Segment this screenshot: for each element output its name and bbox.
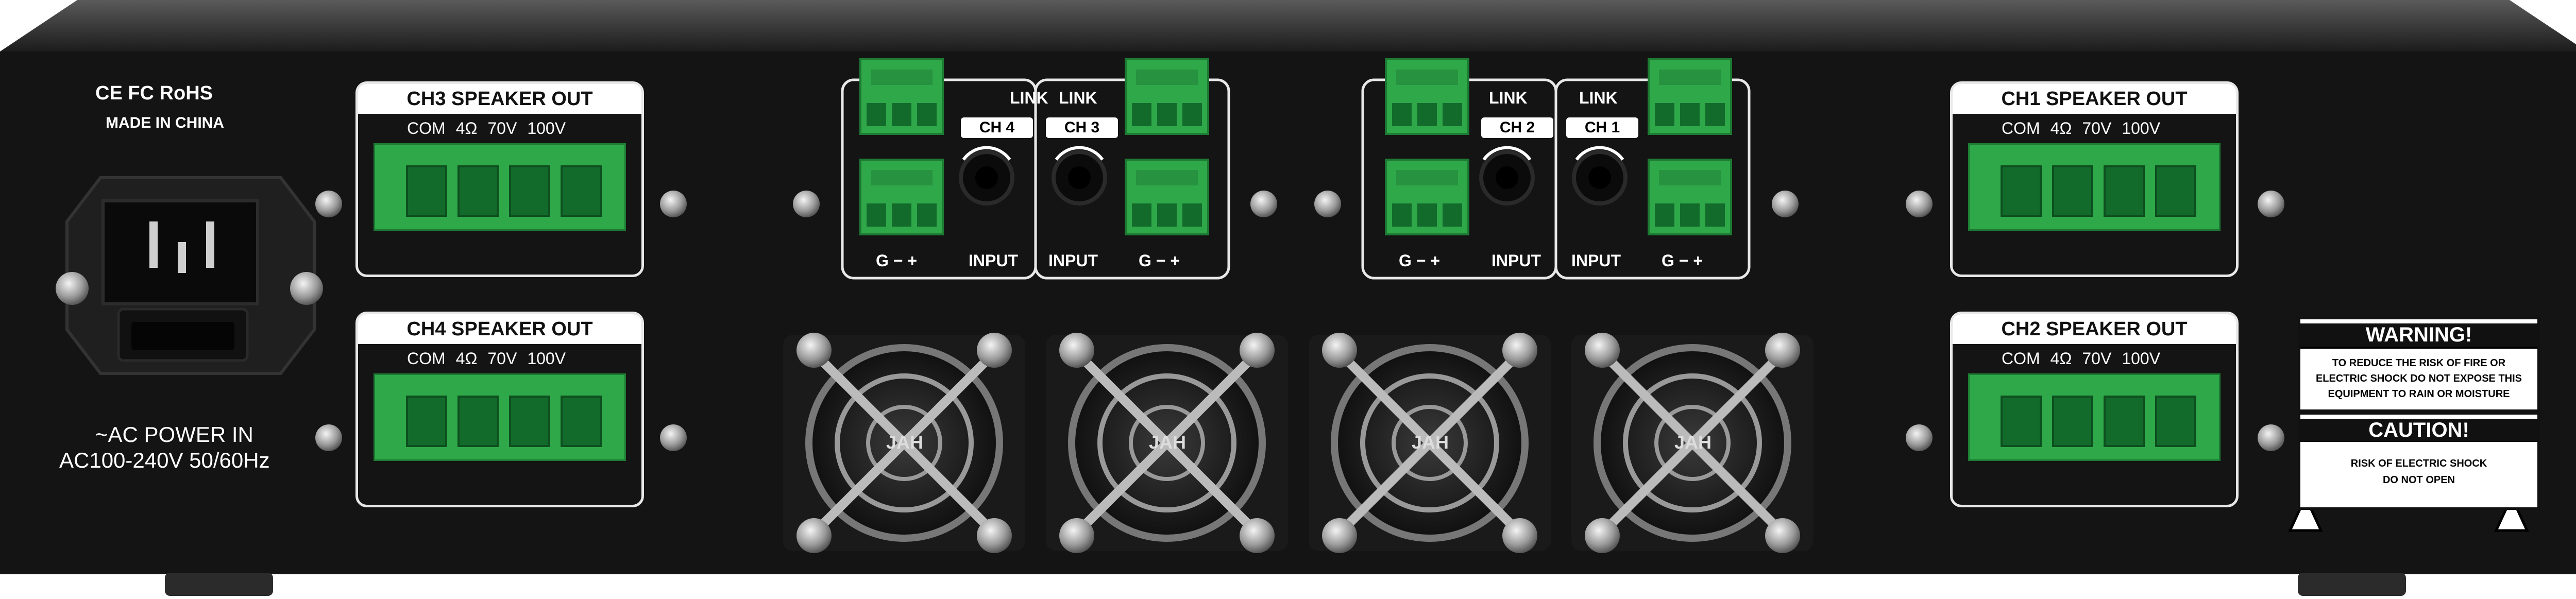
fan-label: JAH — [1149, 432, 1187, 453]
terminal-slot — [2052, 165, 2093, 217]
label-100v: 100V — [527, 119, 566, 138]
speaker-terminal-block[interactable] — [374, 373, 626, 461]
channel-label-ch2: CH 2 — [1481, 117, 1553, 138]
caution-title: CAUTION! — [2300, 419, 2537, 442]
speaker-out-ch3: CH3 SPEAKER OUT COM 4Ω 70V 100V — [355, 81, 644, 277]
label-100v: 100V — [2122, 349, 2161, 368]
label-70v: 70V — [2082, 349, 2112, 368]
made-in-label: MADE IN CHINA — [106, 114, 224, 131]
speaker-out-ch2: CH2 SPEAKER OUT COM 4Ω 70V 100V — [1950, 312, 2239, 507]
speaker-terminal-block[interactable] — [374, 143, 626, 231]
warning-label: WARNING! TO REDUCE THE RISK OF FIRE OR E… — [2298, 317, 2540, 412]
channel-label-ch1: CH 1 — [1566, 117, 1638, 138]
terminal-slot — [509, 396, 550, 447]
channel-label-ch4: CH 4 — [961, 117, 1033, 138]
channel-label-ch3: CH 3 — [1046, 117, 1118, 138]
terminal-slot — [457, 396, 499, 447]
link-label-ch1: LINK — [1579, 89, 1618, 107]
ac-power-inlet — [56, 176, 323, 375]
label-com: COM — [407, 119, 446, 138]
terminal-slot — [561, 165, 602, 217]
terminal-labels: COM 4Ω 70V 100V — [2002, 119, 2160, 138]
label-com: COM — [2002, 349, 2040, 368]
fan-label: JAH — [1674, 432, 1712, 453]
terminal-slot — [406, 165, 447, 217]
power-label-line2: AC100-240V 50/60Hz — [59, 448, 270, 472]
input-label-ch4: INPUT — [969, 251, 1018, 270]
label-70v: 70V — [487, 349, 517, 368]
terminal-labels: COM 4Ω 70V 100V — [407, 349, 566, 368]
pins-label-ch2: G − + — [1399, 251, 1440, 270]
label-70v: 70V — [487, 119, 517, 138]
label-100v: 100V — [527, 349, 566, 368]
label-com: COM — [407, 349, 446, 368]
input-label-ch3: INPUT — [1048, 251, 1098, 270]
label-100v: 100V — [2122, 119, 2161, 138]
terminal-slot — [2001, 165, 2042, 217]
speaker-out-title: CH1 SPEAKER OUT — [1953, 84, 2236, 114]
terminal-slot — [2104, 165, 2145, 217]
label-4ohm: 4Ω — [455, 349, 478, 368]
speaker-out-ch1: CH1 SPEAKER OUT COM 4Ω 70V 100V — [1950, 81, 2239, 277]
terminal-slot — [509, 165, 550, 217]
foot-left — [165, 573, 273, 596]
caution-label: CAUTION! RISK OF ELECTRIC SHOCK DO NOT O… — [2298, 412, 2540, 510]
terminal-labels: COM 4Ω 70V 100V — [2002, 349, 2160, 368]
chassis-top-edge — [0, 0, 2576, 52]
certification-marks: CE FC RoHS — [95, 82, 213, 104]
pins-label-ch1: G − + — [1662, 251, 1703, 270]
label-com: COM — [2002, 119, 2040, 138]
speaker-out-ch4: CH4 SPEAKER OUT COM 4Ω 70V 100V — [355, 312, 644, 507]
terminal-slot — [2052, 396, 2093, 447]
speaker-out-title: CH3 SPEAKER OUT — [358, 84, 641, 114]
label-4ohm: 4Ω — [455, 119, 478, 138]
fan-label: JAH — [886, 432, 924, 453]
pins-label-ch3: G − + — [1139, 251, 1180, 270]
terminal-slot — [457, 165, 499, 217]
warning-text: TO REDUCE THE RISK OF FIRE OR ELECTRIC S… — [2315, 357, 2522, 400]
speaker-terminal-block[interactable] — [1968, 373, 2221, 461]
terminal-slot — [2001, 396, 2042, 447]
terminal-slot — [561, 396, 602, 447]
power-label-line1: ~AC POWER IN — [95, 422, 253, 447]
terminal-slot — [406, 396, 447, 447]
foot-right — [2298, 573, 2406, 596]
link-label-ch2: LINK — [1489, 89, 1528, 107]
label-70v: 70V — [2082, 119, 2112, 138]
fan-label: JAH — [1412, 432, 1449, 453]
caution-text-2: DO NOT OPEN — [2382, 474, 2455, 486]
link-label-ch4: LINK — [1010, 89, 1048, 107]
speaker-terminal-block[interactable] — [1968, 143, 2221, 231]
terminal-slot — [2155, 396, 2196, 447]
speaker-out-title: CH4 SPEAKER OUT — [358, 314, 641, 344]
terminal-slot — [2155, 165, 2196, 217]
label-4ohm: 4Ω — [2050, 119, 2072, 138]
terminal-slot — [2104, 396, 2145, 447]
link-label-ch3: LINK — [1059, 89, 1097, 107]
terminal-labels: COM 4Ω 70V 100V — [407, 119, 566, 138]
label-4ohm: 4Ω — [2050, 349, 2072, 368]
input-label-ch1: INPUT — [1571, 251, 1621, 270]
pins-label-ch4: G − + — [876, 251, 918, 270]
speaker-out-title: CH2 SPEAKER OUT — [1953, 314, 2236, 344]
input-label-ch2: INPUT — [1492, 251, 1541, 270]
warning-title: WARNING! — [2300, 323, 2537, 349]
caution-text-1: RISK OF ELECTRIC SHOCK — [2350, 458, 2487, 469]
